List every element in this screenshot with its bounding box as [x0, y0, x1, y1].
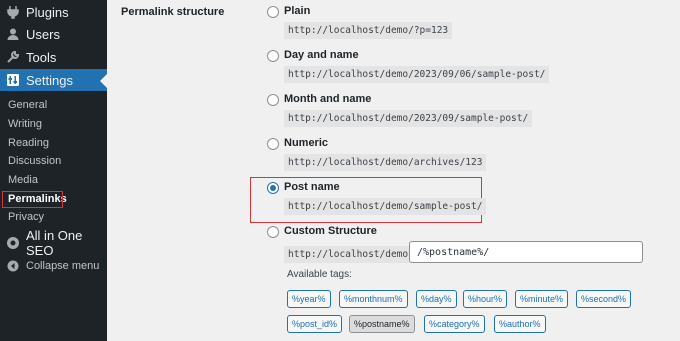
option-label: Day and name [284, 49, 359, 61]
radio-post-name[interactable] [267, 182, 279, 194]
option-label: Plain [284, 5, 311, 17]
tag-button-minute[interactable]: %minute% [515, 290, 569, 308]
radio-numeric[interactable] [267, 138, 279, 150]
menu-item-tools[interactable]: Tools [0, 46, 107, 68]
user-icon [6, 27, 20, 41]
option-label: Numeric [284, 137, 329, 149]
tag-button-second[interactable]: %second% [576, 290, 632, 308]
aioseo-icon [6, 236, 20, 250]
radio-month-and-name[interactable] [267, 94, 279, 106]
permalinks-highlight-box [2, 191, 63, 208]
menu-item-label: Users [26, 26, 60, 42]
custom-base-url: http://localhost/demo [284, 246, 413, 263]
option-label: Custom Structure [284, 225, 377, 237]
tag-button-day[interactable]: %day% [416, 290, 457, 308]
menu-item-label: Plugins [26, 4, 69, 20]
collapse-icon [6, 259, 20, 273]
tag-button-author[interactable]: %author% [494, 315, 546, 333]
option-example-url: http://localhost/demo/archives/123 [284, 154, 487, 171]
option-example-url: http://localhost/demo/sample-post/ [284, 198, 487, 215]
menu-item-label: Tools [26, 49, 57, 65]
tag-button-post-id[interactable]: %post_id% [287, 315, 343, 333]
wrench-icon [6, 50, 20, 64]
radio-custom-structure[interactable] [267, 226, 279, 238]
menu-item-users[interactable]: Users [0, 23, 107, 45]
available-tags-label: Available tags: [287, 269, 352, 280]
radio-plain[interactable] [267, 6, 279, 18]
tag-button-category[interactable]: %category% [424, 315, 485, 333]
plug-icon [6, 5, 20, 19]
submenu-general[interactable]: General [0, 96, 107, 114]
option-example-url: http://localhost/demo/?p=123 [284, 22, 453, 39]
menu-item-aioseo[interactable]: All in One SEO [0, 228, 107, 258]
menu-item-label: Settings [26, 72, 73, 88]
tag-button-hour[interactable]: %hour% [463, 290, 508, 308]
custom-structure-input[interactable] [409, 241, 643, 263]
tag-button-year[interactable]: %year% [287, 290, 331, 308]
submenu-writing[interactable]: Writing [0, 115, 107, 133]
option-label: Post name [284, 181, 340, 193]
permalink-settings-panel: Permalink structure Plain http://localho… [107, 0, 680, 341]
menu-item-settings[interactable]: Settings [0, 69, 107, 91]
option-example-url: http://localhost/demo/2023/09/sample-pos… [284, 110, 533, 127]
option-label: Month and name [284, 93, 372, 105]
tag-button-monthnum[interactable]: %monthnum% [339, 290, 408, 308]
submenu-discussion[interactable]: Discussion [0, 152, 107, 170]
menu-item-label: All in One SEO [26, 228, 83, 258]
tag-button-postname[interactable]: %postname% [349, 315, 415, 333]
submenu-media[interactable]: Media [0, 171, 107, 189]
admin-sidebar: Plugins Users Tools Settings General Wri… [0, 0, 107, 341]
submenu-reading[interactable]: Reading [0, 134, 107, 152]
submenu-privacy[interactable]: Privacy [0, 208, 107, 226]
option-example-url: http://localhost/demo/2023/09/06/sample-… [284, 66, 550, 83]
collapse-menu-button[interactable]: Collapse menu [0, 255, 107, 277]
menu-item-label: Collapse menu [26, 260, 100, 272]
radio-day-and-name[interactable] [267, 50, 279, 62]
menu-item-plugins[interactable]: Plugins [0, 1, 107, 23]
section-label: Permalink structure [121, 6, 225, 18]
settings-icon [6, 73, 20, 87]
